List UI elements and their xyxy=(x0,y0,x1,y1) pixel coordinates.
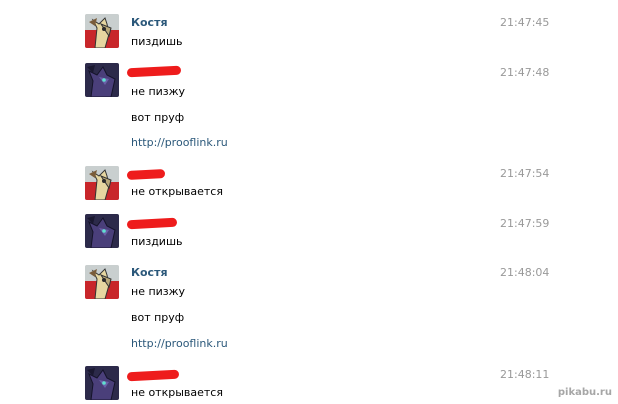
watermark: pikabu.ru xyxy=(557,387,612,398)
avatar[interactable] xyxy=(85,14,119,48)
message-link[interactable]: http://prooflink.ru xyxy=(131,136,228,149)
dark-avatar-icon xyxy=(85,63,119,97)
message-timestamp: 21:48:11 xyxy=(500,368,550,381)
author-name[interactable]: Костя xyxy=(131,16,168,29)
dark-avatar-icon xyxy=(85,214,119,248)
redacted-author-name xyxy=(126,65,182,78)
avatar[interactable] xyxy=(85,214,119,248)
pony-avatar-icon xyxy=(85,166,119,200)
message-link[interactable]: http://prooflink.ru xyxy=(131,337,228,350)
message-timestamp: 21:47:48 xyxy=(500,66,550,79)
message-text: вот пруф xyxy=(131,311,185,324)
avatar[interactable] xyxy=(85,166,119,200)
author-name[interactable]: Костя xyxy=(131,266,168,279)
message-text: пиздишь xyxy=(131,35,183,48)
pony-avatar-icon xyxy=(85,265,119,299)
redacted-author-name xyxy=(126,169,166,180)
avatar[interactable] xyxy=(85,265,119,299)
redacted-author-name xyxy=(126,369,180,382)
pony-avatar-icon xyxy=(85,14,119,48)
message-timestamp: 21:47:54 xyxy=(500,167,550,180)
message-text: не открывается xyxy=(131,386,223,399)
message-timestamp: 21:48:04 xyxy=(500,266,550,279)
message-timestamp: 21:47:59 xyxy=(500,217,550,230)
message-text: не открывается xyxy=(131,185,223,198)
message-text: не пизжу xyxy=(131,85,186,98)
message-text: вот пруф xyxy=(131,111,185,124)
redacted-author-name xyxy=(126,217,178,230)
message-text: не пизжу xyxy=(131,285,186,298)
avatar[interactable] xyxy=(85,366,119,400)
avatar[interactable] xyxy=(85,63,119,97)
message-timestamp: 21:47:45 xyxy=(500,16,550,29)
message-text: пиздишь xyxy=(131,235,183,248)
dark-avatar-icon xyxy=(85,366,119,400)
